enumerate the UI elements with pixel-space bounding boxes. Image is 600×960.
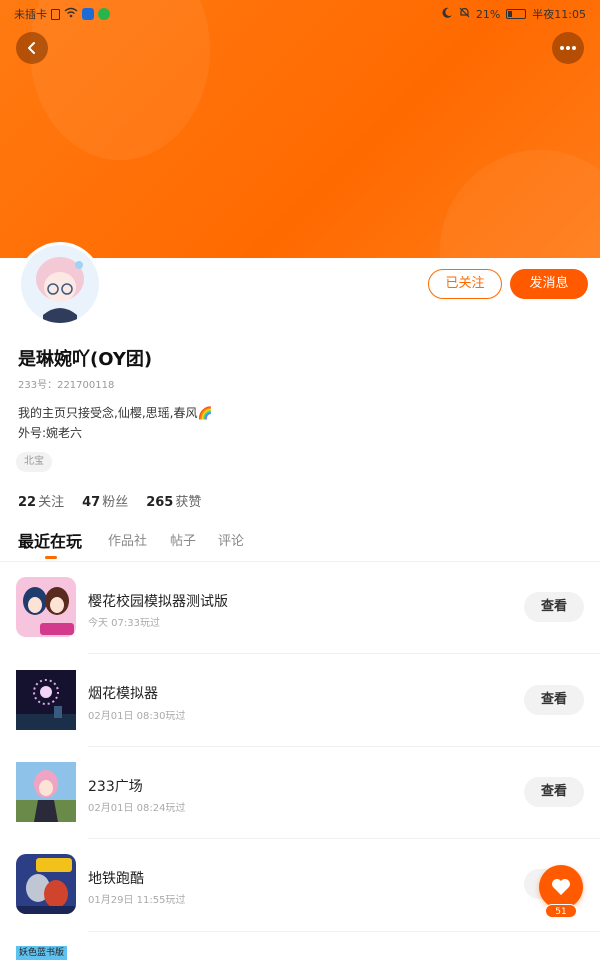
following-label: 关注	[38, 495, 65, 510]
heart-icon	[552, 879, 570, 895]
game-thumbnail	[16, 762, 76, 822]
battery-icon	[506, 9, 527, 19]
game-thumbnail	[16, 577, 76, 637]
likes-label: 获赞	[175, 495, 202, 510]
game-thumbnail	[16, 670, 76, 730]
bell-muted-icon	[459, 7, 470, 21]
tab-works[interactable]: 作品社	[108, 530, 147, 549]
followed-button[interactable]: 已关注	[428, 269, 502, 299]
following-count: 22	[18, 495, 37, 510]
fans-label: 粉丝	[102, 495, 129, 510]
game-name: 烟花模拟器	[88, 686, 158, 702]
list-item[interactable]: 233广场 02月01日 08:24玩过 查看	[0, 747, 600, 839]
tab-comments[interactable]: 评论	[218, 530, 244, 549]
cover-decoration	[440, 150, 600, 258]
battery-percent: 21%	[475, 7, 501, 21]
clock-text: 半夜11:05	[532, 8, 586, 21]
profile-tag[interactable]: 北宝	[16, 452, 52, 472]
ellipsis-icon	[560, 46, 576, 50]
game-last-played: 02月01日 08:30玩过	[88, 711, 186, 722]
sim-icon	[51, 8, 60, 20]
profile-tabs: 最近在玩 作品社 帖子 评论	[0, 528, 600, 562]
game-name: 地铁跑酷	[88, 871, 144, 887]
likes-count: 265	[146, 495, 174, 510]
bio-line: 外号:婉老六	[18, 426, 83, 440]
chat-app-icon	[98, 8, 110, 20]
fans-count: 47	[82, 495, 101, 510]
profile-name: 是琳婉吖(OY团)	[18, 349, 153, 370]
likes-stat: 265 获赞	[146, 491, 201, 510]
list-item[interactable]: 樱花校园模拟器测试版 今天 07:33玩过 查看	[0, 562, 600, 654]
game-thumbnail-partial: 妖色蓝书版	[16, 946, 68, 960]
view-button[interactable]: 查看	[524, 685, 584, 715]
carrier-text: 未插卡	[14, 8, 47, 21]
game-last-played: 今天 07:33玩过	[88, 618, 160, 629]
more-button[interactable]	[552, 32, 584, 64]
send-message-button[interactable]: 发消息	[510, 269, 588, 299]
avatar-image	[21, 245, 99, 323]
user-id: 233号：221700118	[18, 380, 115, 391]
status-left: 未插卡	[14, 6, 110, 22]
wifi-icon	[64, 7, 78, 21]
profile-bio: 我的主页只接受念,仙樱,思瑶,春风🌈 外号:婉老六	[18, 403, 212, 443]
tab-recently-played[interactable]: 最近在玩	[18, 528, 82, 552]
avatar[interactable]	[18, 242, 102, 326]
game-name: 樱花校园模拟器测试版	[88, 594, 228, 610]
active-tab-indicator	[45, 556, 57, 559]
status-right: 21% 半夜11:05	[442, 6, 586, 22]
game-last-played: 02月01日 08:24玩过	[88, 803, 186, 814]
status-bar: 未插卡 21% 半夜11:05	[0, 0, 600, 26]
view-button[interactable]: 查看	[524, 592, 584, 622]
list-item[interactable]: 地铁跑酷 01月29日 11:55玩过 查看	[0, 839, 600, 931]
game-name: 233广场	[88, 779, 143, 795]
chevron-left-icon	[28, 42, 35, 54]
following-stat[interactable]: 22 关注	[18, 491, 64, 510]
list-item[interactable]: 妖色蓝书版	[0, 932, 600, 960]
back-button[interactable]	[16, 32, 48, 64]
like-button[interactable]	[539, 865, 583, 909]
list-item[interactable]: 烟花模拟器 02月01日 08:30玩过 查看	[0, 654, 600, 746]
shield-app-icon	[82, 8, 94, 20]
moon-icon	[442, 7, 453, 21]
view-button[interactable]: 查看	[524, 777, 584, 807]
bio-line: 我的主页只接受念,仙樱,思瑶,春风🌈	[18, 406, 213, 420]
tab-posts[interactable]: 帖子	[170, 530, 196, 549]
like-count-badge: 51	[545, 904, 577, 918]
profile-stats: 22 关注 47 粉丝 265 获赞	[18, 491, 201, 510]
game-thumbnail	[16, 854, 76, 914]
game-last-played: 01月29日 11:55玩过	[88, 895, 186, 906]
fans-stat[interactable]: 47 粉丝	[82, 491, 128, 510]
profile-cover	[0, 0, 600, 258]
